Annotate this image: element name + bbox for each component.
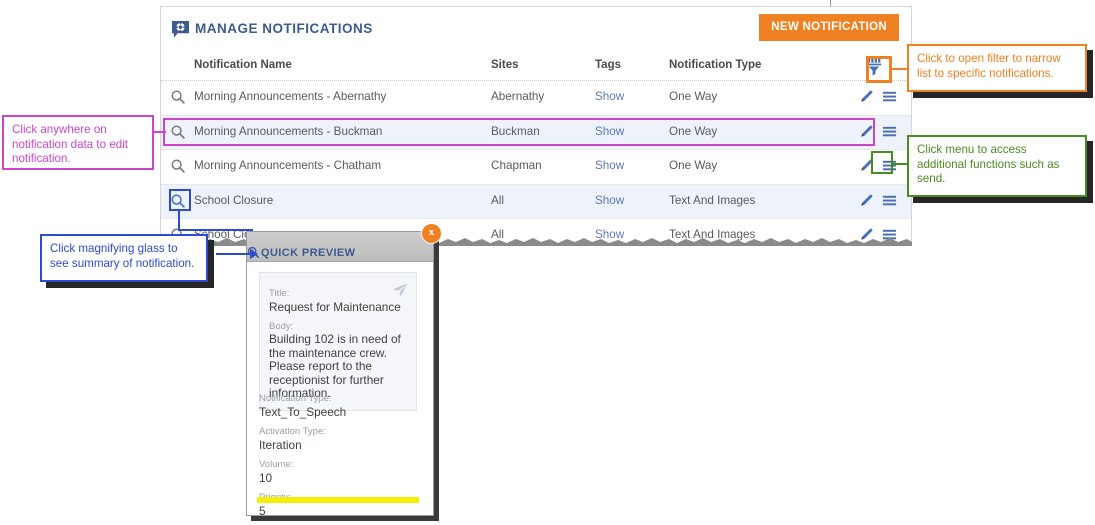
quick-preview-header: QUICK PREVIEW: [247, 246, 356, 259]
new-notification-button[interactable]: NEW NOTIFICATION: [759, 14, 899, 41]
callout-menu: Click menu to access additional function…: [907, 135, 1087, 197]
pencil-icon[interactable]: [859, 124, 874, 139]
hamburger-menu-icon[interactable]: [882, 193, 897, 208]
field-value-notification-type: Text_To_Speech: [259, 405, 347, 419]
hamburger-menu-icon[interactable]: [882, 158, 897, 173]
cell-sites: Chapman: [491, 159, 542, 172]
field-label-volume: Volume:: [259, 459, 294, 470]
cell-sites: Abernathy: [491, 90, 545, 103]
callout-filter: Click to open filter to narrow list to s…: [907, 44, 1087, 92]
table-header-row: Notification Name Sites Tags Notificatio…: [161, 53, 911, 81]
speech-bubble-gear-icon: [171, 20, 190, 39]
quick-preview-content-card: Title: Request for Maintenance Body: Bui…: [259, 272, 417, 411]
callout-edit-notification: Click anywhere on notification data to e…: [2, 115, 154, 170]
callout-edit-text: Click anywhere on notification data to e…: [12, 123, 129, 165]
table-row[interactable]: School Closure All Show Text And Images: [161, 184, 911, 219]
connector-line-magnify-h: [178, 229, 253, 231]
field-label-activation-type: Activation Type:: [259, 426, 326, 437]
magnifying-glass-icon[interactable]: [170, 124, 186, 140]
cell-notification-name: School Closure: [194, 193, 274, 207]
field-value-volume: 10: [259, 471, 273, 485]
column-header-sites: Sites: [491, 59, 519, 71]
column-header-tags: Tags: [595, 59, 621, 71]
column-header-notification-name: Notification Name: [194, 59, 292, 71]
magnifying-glass-icon[interactable]: [170, 193, 186, 209]
field-value-activation-type: Iteration: [259, 438, 302, 452]
callout-filter-text: Click to open filter to narrow list to s…: [917, 52, 1061, 80]
pencil-icon[interactable]: [859, 158, 874, 173]
page-title: MANAGE NOTIFICATIONS: [195, 21, 373, 36]
pencil-icon[interactable]: [859, 89, 874, 104]
table-row[interactable]: Morning Announcements - Abernathy Aberna…: [161, 81, 911, 116]
field-value-body: Building 102 is in need of the maintenan…: [269, 332, 401, 400]
cell-tags-show-link[interactable]: Show: [595, 194, 624, 207]
cell-notification-name: Morning Announcements - Abernathy: [194, 90, 387, 103]
cell-notification-name: Morning Announcements - Chatham: [194, 159, 382, 172]
panel-header: MANAGE NOTIFICATIONS NEW NOTIFICATION: [161, 7, 911, 53]
quick-preview-title-text: QUICK PREVIEW: [261, 247, 356, 259]
table-row[interactable]: Morning Announcements - Buckman Buckman …: [161, 115, 911, 150]
field-value-priority: 5: [259, 504, 266, 518]
column-header-notification-type: Notification Type: [669, 59, 762, 71]
manage-notifications-panel: MANAGE NOTIFICATIONS NEW NOTIFICATION No…: [160, 6, 912, 242]
cell-notification-type: Text And Images: [669, 193, 756, 207]
connector-line-edit: [152, 131, 166, 133]
field-value-title: Request for Maintenance: [269, 300, 401, 314]
connector-arrow-magnify: [216, 253, 254, 255]
cell-notification-type: One Way: [669, 90, 718, 103]
notifications-table: Notification Name Sites Tags Notificatio…: [161, 53, 911, 242]
magnifying-glass-icon[interactable]: [170, 89, 186, 105]
field-label-notification-type: Notification Type:: [259, 393, 332, 404]
hamburger-menu-icon[interactable]: [882, 89, 897, 104]
quick-preview-dialog: QUICK PREVIEW x Title: Request for Maint…: [246, 223, 442, 518]
cell-sites: Buckman: [491, 124, 540, 138]
cell-sites: All: [491, 193, 504, 207]
cell-tags-show-link[interactable]: Show: [595, 159, 624, 172]
pencil-icon[interactable]: [859, 193, 874, 208]
cell-tags-show-link[interactable]: Show: [595, 125, 624, 138]
callout-menu-text: Click menu to access additional function…: [917, 143, 1060, 185]
filter-funnel-icon[interactable]: [865, 55, 884, 76]
callout-magnifying-glass: Click magnifying glass to see summary of…: [40, 234, 208, 282]
connector-line-magnify-v: [178, 211, 180, 231]
connector-arrowhead-magnify: [250, 249, 258, 259]
paper-plane-icon[interactable]: [392, 282, 408, 298]
cell-notification-type: One Way: [669, 159, 718, 172]
callout-magnify-text: Click magnifying glass to see summary of…: [50, 242, 195, 270]
magnifying-glass-icon[interactable]: [170, 158, 186, 174]
close-icon[interactable]: x: [421, 223, 442, 244]
hamburger-menu-icon[interactable]: [882, 124, 897, 139]
field-label-title: Title:: [269, 288, 290, 299]
table-row[interactable]: Morning Announcements - Chatham Chapman …: [161, 150, 911, 185]
highlight-bar: [257, 497, 419, 503]
cell-tags-show-link[interactable]: Show: [595, 90, 624, 103]
cell-notification-name: Morning Announcements - Buckman: [194, 124, 383, 138]
cell-notification-type: One Way: [669, 124, 718, 138]
